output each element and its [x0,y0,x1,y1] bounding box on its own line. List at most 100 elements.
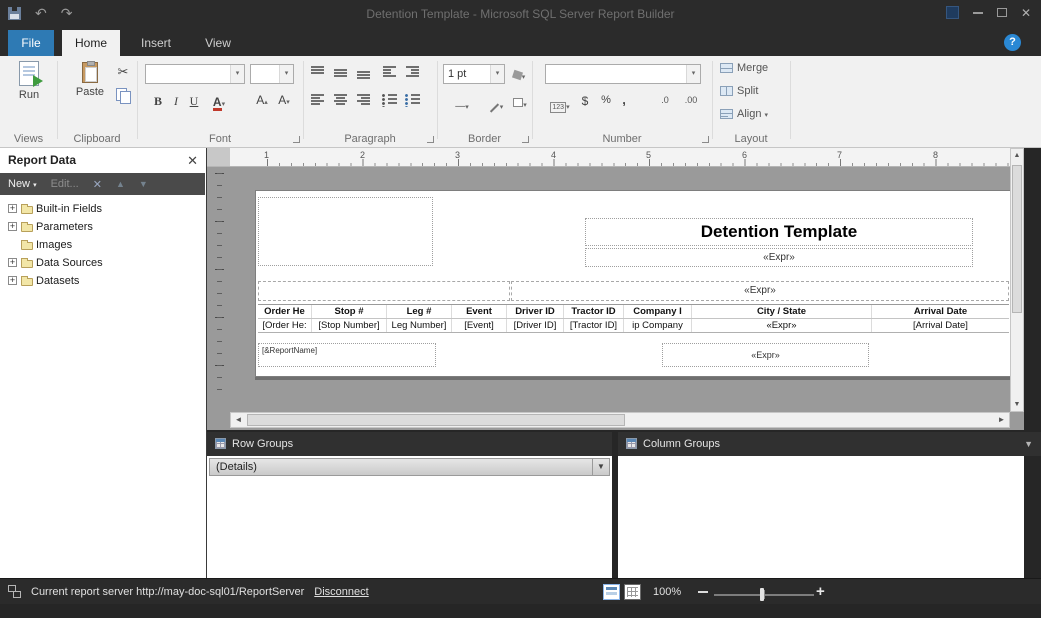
chevron-down-icon[interactable]: ▾ [686,65,700,83]
table-value-cell[interactable]: [Driver ID] [506,319,563,332]
font-size-combo[interactable]: ▾ [250,64,294,84]
table-value-cell[interactable]: [Event] [451,319,506,332]
table-value-cell[interactable]: «Expr» [691,319,871,332]
grow-font-button[interactable]: A▴ [252,93,272,107]
table-header-cell[interactable]: Company I [623,305,691,318]
underline-button[interactable]: U [186,94,202,109]
tablix[interactable]: Order He Stop # Leg # Event Driver ID Tr… [258,304,1009,333]
close-button[interactable]: ✕ [1021,7,1031,19]
split-button[interactable]: Split [720,85,784,103]
table-value-cell[interactable]: [Tractor ID] [563,319,623,332]
table-header-cell[interactable]: Arrival Date [871,305,1009,318]
design-surface[interactable]: 1 2 3 4 5 6 7 8 Detention Template «Expr… [207,148,1024,430]
expand-icon[interactable]: + [8,258,17,267]
table-value-cell[interactable]: ip Company [623,319,691,332]
numbered-list-button[interactable] [405,94,420,112]
disconnect-link[interactable]: Disconnect [314,586,368,598]
move-up-icon[interactable]: ▲ [116,179,125,189]
decrease-decimal-button[interactable]: .00 [680,95,702,105]
currency-button[interactable]: $ [578,94,592,108]
bold-button[interactable]: B [150,94,166,109]
horizontal-scroll-thumb[interactable] [247,414,625,426]
footer-reportname-textbox[interactable]: [&ReportName] [258,343,436,367]
chevron-down-icon[interactable]: ▾ [279,65,293,83]
increase-indent-button[interactable] [405,66,420,84]
border-style-button[interactable]: —▾ [443,96,481,114]
table-value-cell[interactable]: Leg Number] [386,319,451,332]
close-icon[interactable]: ✕ [187,153,198,169]
new-menu-button[interactable]: New ▾ [8,178,37,190]
table-value-cell[interactable]: [Order He: [258,319,311,332]
zoom-in-button[interactable]: + [816,583,825,600]
tree-item-data-sources[interactable]: +Data Sources [0,254,205,272]
edit-button[interactable]: Edit... [51,178,79,190]
decrease-indent-button[interactable] [382,66,397,84]
header-textbox-empty[interactable] [258,197,433,266]
tab-insert[interactable]: Insert [128,30,184,56]
tree-item-images[interactable]: Images [0,236,205,254]
table-header-cell[interactable]: Event [451,305,506,318]
expand-icon[interactable]: + [8,204,17,213]
align-middle-button[interactable] [333,66,348,84]
chevron-down-icon[interactable]: ▾ [230,65,244,83]
chevron-down-icon[interactable]: ▾ [490,65,504,83]
tab-file[interactable]: File [8,30,54,56]
tab-view[interactable]: View [192,30,244,56]
paste-button[interactable]: Paste [68,62,112,98]
merge-button[interactable]: Merge [720,62,784,80]
groups-pane-chevron-icon[interactable]: ▼ [1024,432,1033,456]
expand-icon[interactable]: + [8,222,17,231]
align-right-button[interactable] [356,94,371,112]
copy-button[interactable] [114,88,132,108]
table-value-cell[interactable]: [Arrival Date] [871,319,1009,332]
align-left-button[interactable] [310,94,325,112]
shrink-font-button[interactable]: A▾ [274,93,294,107]
band-textbox-empty[interactable] [258,281,510,301]
run-view-button[interactable] [624,584,641,600]
comma-button[interactable]: , [618,92,630,107]
number-preset-button[interactable]: 123▾ [545,96,575,114]
border-width-combo[interactable]: 1 pt▾ [443,64,505,84]
tree-item-built-in-fields[interactable]: +Built-in Fields [0,200,205,218]
vertical-scrollbar[interactable]: ▲ ▼ [1010,148,1024,412]
table-header-cell[interactable]: Order He [258,305,311,318]
align-menu-button[interactable]: Align ▾ [720,108,784,126]
subtitle-expression-textbox[interactable]: «Expr» [585,248,973,267]
align-bottom-button[interactable] [356,66,371,84]
report-page[interactable]: Detention Template «Expr» «Expr» Order H… [255,190,1010,377]
border-color-button[interactable]: ▾ [485,96,507,114]
table-value-cell[interactable]: [Stop Number] [311,319,386,332]
bullet-list-button[interactable] [382,94,397,112]
horizontal-scrollbar[interactable]: ◄ ► [230,412,1010,428]
design-view-button[interactable] [603,584,620,600]
fill-color-button[interactable]: ▾ [508,66,530,84]
table-header-cell[interactable]: Stop # [311,305,386,318]
scroll-down-icon[interactable]: ▼ [1011,401,1023,408]
run-button[interactable]: Run [7,61,51,101]
zoom-slider-thumb[interactable] [760,588,764,601]
cut-icon[interactable]: ✂ [114,64,132,80]
table-header-cell[interactable]: Leg # [386,305,451,318]
scroll-up-icon[interactable]: ▲ [1011,152,1023,159]
expand-icon[interactable]: + [8,276,17,285]
background-swatch-button[interactable]: ▾ [509,94,531,112]
report-title-textbox[interactable]: Detention Template [585,218,973,246]
footer-expression-textbox[interactable]: «Expr» [662,343,869,367]
tree-item-parameters[interactable]: +Parameters [0,218,205,236]
table-header-cell[interactable]: Driver ID [506,305,563,318]
increase-decimal-button[interactable]: .0 [656,95,674,105]
align-top-button[interactable] [310,66,325,84]
minimize-button[interactable] [973,12,983,14]
align-center-button[interactable] [333,94,348,112]
chevron-down-icon[interactable]: ▼ [592,459,609,475]
help-icon[interactable]: ? [1004,34,1021,51]
zoom-slider-track[interactable] [714,594,814,596]
vertical-scroll-thumb[interactable] [1012,165,1022,313]
font-color-button[interactable]: A▾ [205,93,233,111]
tab-home[interactable]: Home [62,30,120,56]
zoom-out-button[interactable] [698,591,708,593]
scroll-right-icon[interactable]: ► [994,413,1009,427]
band-expression-textbox[interactable]: «Expr» [511,281,1009,301]
tree-item-datasets[interactable]: +Datasets [0,272,205,290]
italic-button[interactable]: I [168,94,184,109]
